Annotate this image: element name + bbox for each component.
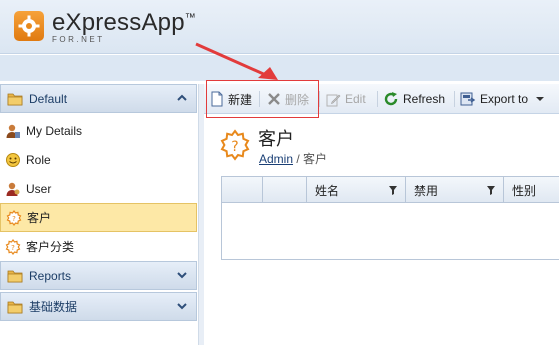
delete-button[interactable]: 删除 [267, 89, 309, 109]
action-toolbar: 新建 删除 Edit Refresh Export to [204, 84, 559, 114]
role-icon [6, 152, 20, 167]
sidebar-item-label: User [26, 181, 52, 196]
sidebar-item-my-details[interactable]: My Details [0, 116, 197, 145]
export-icon [460, 92, 476, 106]
new-button[interactable]: 新建 [210, 89, 252, 109]
grid-header-select[interactable] [222, 177, 263, 203]
nav-group-base-data[interactable]: 基础数据 [0, 292, 197, 321]
user-details-icon [6, 124, 20, 138]
svg-text:?: ? [12, 215, 16, 223]
sidebar-splitter[interactable] [198, 84, 204, 345]
dropdown-arrow-icon [536, 97, 545, 101]
trademark: ™ [184, 12, 196, 24]
nav-group-reports[interactable]: Reports [0, 261, 197, 290]
column-label: 姓名 [315, 183, 340, 198]
grid-header-disabled[interactable]: 禁用 [406, 177, 504, 203]
refresh-button-label: Refresh [403, 92, 446, 106]
refresh-button[interactable]: Refresh [383, 89, 445, 109]
breadcrumb: Admin / 客户 [259, 150, 327, 167]
grid-header-gender[interactable]: 性别 [504, 177, 559, 203]
nav-group-label: 基础数据 [29, 300, 78, 314]
sidebar-item-customer[interactable]: ? 客户 [0, 203, 197, 232]
app-subtitle: FOR.NET [52, 35, 105, 44]
folder-icon [7, 270, 23, 282]
customer-icon: ? [6, 209, 22, 226]
grid-header-command[interactable] [263, 177, 307, 203]
app-logo-icon [14, 11, 44, 41]
edit-button-label: Edit [345, 92, 366, 106]
new-document-icon [211, 91, 223, 107]
edit-button[interactable]: Edit [326, 89, 366, 109]
new-button-label: 新建 [228, 92, 253, 107]
folder-icon [7, 93, 23, 105]
toolbar-separator [377, 91, 378, 107]
navigation-sidebar: Default My Details Role User ? 客户 ? 客户分类… [0, 84, 197, 345]
sidebar-item-user[interactable]: User [0, 174, 197, 203]
sidebar-item-label: Role [26, 152, 51, 167]
sidebar-item-customer-category[interactable]: ? 客户分类 [0, 232, 197, 261]
nav-group-label: Default [29, 91, 68, 106]
sidebar-item-role[interactable]: Role [0, 145, 197, 174]
column-label: 禁用 [414, 183, 439, 198]
nav-group-default[interactable]: Default [0, 84, 197, 113]
chevron-down-icon[interactable] [177, 302, 187, 310]
column-label: 性别 [512, 183, 537, 198]
export-to-button-label: Export to [480, 92, 529, 106]
edit-pencil-icon [326, 94, 341, 106]
sidebar-item-label: 客户 [27, 211, 52, 225]
toolbar-separator [259, 91, 260, 107]
svg-text:?: ? [11, 244, 15, 252]
toolbar-separator [319, 91, 320, 107]
refresh-icon [384, 92, 398, 106]
chevron-down-icon[interactable] [177, 271, 187, 279]
delete-button-label: 删除 [285, 92, 310, 107]
grid-header-row: 姓名 禁用 性别 [222, 177, 559, 203]
customer-category-icon: ? [5, 238, 21, 255]
app-header: eXpressApp™ FOR.NET [0, 0, 559, 54]
breadcrumb-current: 客户 [303, 152, 328, 166]
sidebar-item-label: 客户分类 [26, 240, 75, 254]
svg-text:?: ? [231, 139, 238, 155]
customer-page-icon: ? [220, 129, 250, 161]
app-title-text: eXpressApp [52, 9, 185, 36]
chevron-up-icon[interactable] [177, 94, 187, 102]
toolbar-separator [454, 91, 455, 107]
grid-header-name[interactable]: 姓名 [307, 177, 406, 203]
nav-group-label: Reports [29, 268, 72, 283]
filter-icon[interactable] [487, 186, 495, 195]
export-to-button[interactable]: Export to [460, 89, 548, 109]
customer-grid: 姓名 禁用 性别 [221, 176, 559, 260]
user-icon [6, 182, 20, 196]
filter-icon[interactable] [389, 186, 397, 195]
delete-x-icon [268, 93, 280, 105]
sidebar-item-label: My Details [26, 123, 83, 138]
folder-icon [7, 301, 23, 313]
header-band [0, 55, 559, 81]
page-title: 客户 [258, 129, 294, 149]
app-title: eXpressApp™ [52, 9, 196, 37]
breadcrumb-admin-link[interactable]: Admin [259, 152, 293, 166]
breadcrumb-separator: / [293, 152, 304, 166]
